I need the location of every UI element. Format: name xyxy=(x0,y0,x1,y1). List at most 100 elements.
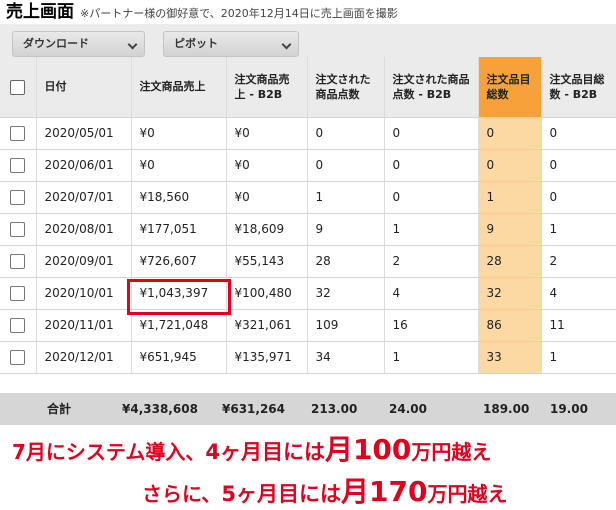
table-row[interactable]: 2020/09/01 ¥726,607 ¥55,143 28 2 28 2 xyxy=(0,245,616,278)
row-select-cell xyxy=(0,149,37,182)
cell-units: 32 xyxy=(307,277,385,310)
cell-sales: ¥18,560 xyxy=(131,181,227,214)
cell-date: 2020/09/01 xyxy=(36,245,132,278)
select-all-checkbox[interactable] xyxy=(10,79,26,95)
cell-units: 1 xyxy=(307,181,385,214)
cell-units: 34 xyxy=(307,341,385,374)
table-row[interactable]: 2020/05/01 ¥0 ¥0 0 0 0 0 xyxy=(0,117,616,150)
table-row[interactable]: 2020/08/01 ¥177,051 ¥18,609 9 1 9 1 xyxy=(0,213,616,246)
page-title: 売上画面 xyxy=(6,2,74,22)
column-header-sales-b2b[interactable]: 注文商品売上 - B2B xyxy=(226,57,308,118)
totals-sales: ¥4,338,608 xyxy=(122,402,198,416)
cell-date: 2020/05/01 xyxy=(36,117,132,150)
cell-sales-b2b: ¥100,480 xyxy=(226,277,308,310)
column-header-items[interactable]: 注文品目総数 xyxy=(478,57,542,118)
cell-items-b2b: 2 xyxy=(541,245,616,278)
cell-units: 9 xyxy=(307,213,385,246)
totals-row: 合計 ¥4,338,608 ¥631,264 213.00 24.00 189.… xyxy=(0,393,616,425)
cell-units-b2b: 0 xyxy=(384,117,479,150)
sales-table: 日付 注文商品売上 注文商品売上 - B2B 注文された商品点数 注文された商品… xyxy=(0,57,616,374)
download-dropdown[interactable]: ダウンロード xyxy=(12,31,145,57)
cell-sales-b2b: ¥55,143 xyxy=(226,245,308,278)
cell-items: 9 xyxy=(478,213,542,246)
cell-items-b2b: 1 xyxy=(541,341,616,374)
column-header-items-b2b[interactable]: 注文品目総数 - B2B xyxy=(541,57,616,118)
cell-items: 1 xyxy=(478,181,542,214)
row-checkbox[interactable] xyxy=(10,349,26,365)
table-body: 2020/05/01 ¥0 ¥0 0 0 0 0 2020/06/01 ¥0 ¥0 0 0 0 0 2020… xyxy=(0,117,616,374)
column-header-sales[interactable]: 注文商品売上 xyxy=(131,57,227,118)
callout-emphasis: 月100 xyxy=(324,433,412,466)
cell-items: 32 xyxy=(478,277,542,310)
row-select-cell xyxy=(0,245,37,278)
cell-units-b2b: 4 xyxy=(384,277,479,310)
cell-units-b2b: 16 xyxy=(384,309,479,342)
cell-items: 28 xyxy=(478,245,542,278)
cell-units: 28 xyxy=(307,245,385,278)
cell-units-b2b: 2 xyxy=(384,245,479,278)
cell-items-b2b: 4 xyxy=(541,277,616,310)
column-header-units[interactable]: 注文された商品点数 xyxy=(307,57,385,118)
table-header-row: 日付 注文商品売上 注文商品売上 - B2B 注文された商品点数 注文された商品… xyxy=(0,57,616,118)
cell-sales-b2b: ¥0 xyxy=(226,117,308,150)
cell-items-b2b: 0 xyxy=(541,149,616,182)
cell-date: 2020/12/01 xyxy=(36,341,132,374)
callout-line-1: 7月にシステム導入、4ヶ月目には月100万円越え xyxy=(12,428,491,468)
cell-units: 0 xyxy=(307,117,385,150)
pivot-dropdown-label: ピボット xyxy=(174,37,218,50)
cell-date: 2020/08/01 xyxy=(36,213,132,246)
totals-units-b2b: 24.00 xyxy=(389,402,427,416)
cell-sales-b2b: ¥18,609 xyxy=(226,213,308,246)
download-dropdown-label: ダウンロード xyxy=(23,37,89,50)
totals-label: 合計 xyxy=(47,402,72,416)
column-header-units-b2b[interactable]: 注文された商品点数 - B2B xyxy=(384,57,479,118)
table-row[interactable]: 2020/06/01 ¥0 ¥0 0 0 0 0 xyxy=(0,149,616,182)
row-select-cell xyxy=(0,117,37,150)
cell-date: 2020/11/01 xyxy=(36,309,132,342)
cell-sales-b2b: ¥321,061 xyxy=(226,309,308,342)
column-header-date[interactable]: 日付 xyxy=(36,57,132,118)
cell-items-b2b: 11 xyxy=(541,309,616,342)
row-select-cell xyxy=(0,181,37,214)
row-checkbox[interactable] xyxy=(10,285,26,301)
row-select-cell xyxy=(0,213,37,246)
cell-items-b2b: 1 xyxy=(541,213,616,246)
callout-emphasis: 月170 xyxy=(341,475,428,508)
row-checkbox[interactable] xyxy=(10,253,26,269)
totals-units: 213.00 xyxy=(311,402,358,416)
row-select-cell xyxy=(0,277,37,310)
cell-sales: ¥651,945 xyxy=(131,341,227,374)
pivot-dropdown[interactable]: ピボット xyxy=(163,31,299,57)
table-row[interactable]: 2020/10/01 ¥1,043,397 ¥100,480 32 4 32 4 xyxy=(0,277,616,310)
cell-sales-b2b: ¥135,971 xyxy=(226,341,308,374)
row-select-cell xyxy=(0,341,37,374)
chevron-down-icon xyxy=(127,39,138,50)
cell-items-b2b: 0 xyxy=(541,117,616,150)
table-row[interactable]: 2020/11/01 ¥1,721,048 ¥321,061 109 16 86 11 xyxy=(0,309,616,342)
cell-sales: ¥726,607 xyxy=(131,245,227,278)
cell-sales: ¥0 xyxy=(131,149,227,182)
cell-items: 0 xyxy=(478,149,542,182)
row-checkbox[interactable] xyxy=(10,157,26,173)
highlight-box xyxy=(127,279,231,315)
chevron-down-icon xyxy=(281,39,292,50)
row-checkbox[interactable] xyxy=(10,221,26,237)
select-all-cell xyxy=(0,57,37,118)
row-checkbox[interactable] xyxy=(10,125,26,141)
cell-units-b2b: 0 xyxy=(384,149,479,182)
callout-text: 7月にシステム導入、 xyxy=(12,440,206,464)
totals-sales-b2b: ¥631,264 xyxy=(222,402,286,416)
page-note: ※パートナー様の御好意で、2020年12月14日に売上画面を撮影 xyxy=(80,7,398,20)
totals-items-b2b: 19.00 xyxy=(550,402,588,416)
cell-date: 2020/07/01 xyxy=(36,181,132,214)
row-checkbox[interactable] xyxy=(10,317,26,333)
cell-items-b2b: 0 xyxy=(541,181,616,214)
cell-date: 2020/10/01 xyxy=(36,277,132,310)
table-row[interactable]: 2020/12/01 ¥651,945 ¥135,971 34 1 33 1 xyxy=(0,341,616,374)
callout-text: 5ヶ月目には xyxy=(221,482,342,506)
row-checkbox[interactable] xyxy=(10,189,26,205)
table-gap xyxy=(0,377,616,392)
callout-text: 万円越え xyxy=(411,440,492,464)
table-row[interactable]: 2020/07/01 ¥18,560 ¥0 1 0 1 0 xyxy=(0,181,616,214)
cell-items: 86 xyxy=(478,309,542,342)
